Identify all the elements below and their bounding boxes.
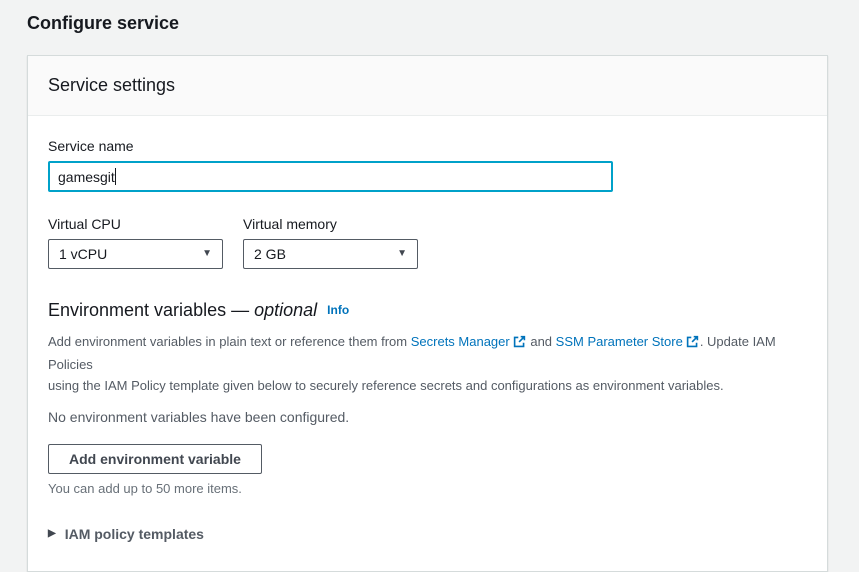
virtual-memory-select[interactable]: 2 GB ▼ [243,239,418,269]
env-variables-heading: Environment variables — optional Info [48,300,807,321]
virtual-cpu-value: 1 vCPU [59,246,108,262]
triangle-right-icon: ▶ [48,528,56,539]
virtual-memory-field: Virtual memory 2 GB ▼ [243,216,418,269]
desc-text-line2: using the IAM Policy template given belo… [48,378,724,393]
env-description: Add environment variables in plain text … [48,331,807,396]
service-name-field [48,161,613,192]
add-environment-variable-button[interactable]: Add environment variable [48,444,262,474]
card-title: Service settings [48,75,176,95]
chevron-down-icon: ▼ [202,248,212,259]
virtual-cpu-field: Virtual CPU 1 vCPU ▼ [48,216,223,269]
info-link[interactable]: Info [327,303,349,317]
service-name-label: Service name [48,138,134,154]
configure-service-page: Configure service Service settings Servi… [0,0,859,572]
iam-policy-templates-expander[interactable]: ▶ IAM policy templates [48,526,807,542]
chevron-down-icon: ▼ [397,248,407,259]
virtual-memory-value: 2 GB [254,246,286,262]
card-header: Service settings [28,56,827,116]
env-heading-dash: — [226,300,255,320]
service-name-input[interactable] [48,161,613,192]
virtual-cpu-label: Virtual CPU [48,216,121,232]
env-limit-note: You can add up to 50 more items. [48,481,242,496]
env-heading-text: Environment variables [48,300,227,320]
external-link-icon [513,333,526,354]
desc-text: Add environment variables in plain text … [48,334,411,349]
service-settings-card: Service settings Service name Virtual CP… [27,55,828,572]
compute-row: Virtual CPU 1 vCPU ▼ Virtual memory 2 GB… [48,216,807,269]
env-heading-optional: optional [254,300,318,320]
external-link-icon [686,333,699,354]
virtual-cpu-select[interactable]: 1 vCPU ▼ [48,239,223,269]
desc-text: and [526,334,556,349]
secrets-manager-link[interactable]: Secrets Manager [411,334,510,349]
virtual-memory-label: Virtual memory [243,216,337,232]
text-cursor [115,168,116,185]
expander-label: IAM policy templates [64,526,204,542]
env-empty-message: No environment variables have been confi… [48,409,350,425]
card-body: Service name Virtual CPU 1 vCPU ▼ Virtua… [28,116,827,571]
page-title: Configure service [27,13,180,33]
ssm-parameter-store-link[interactable]: SSM Parameter Store [556,334,683,349]
